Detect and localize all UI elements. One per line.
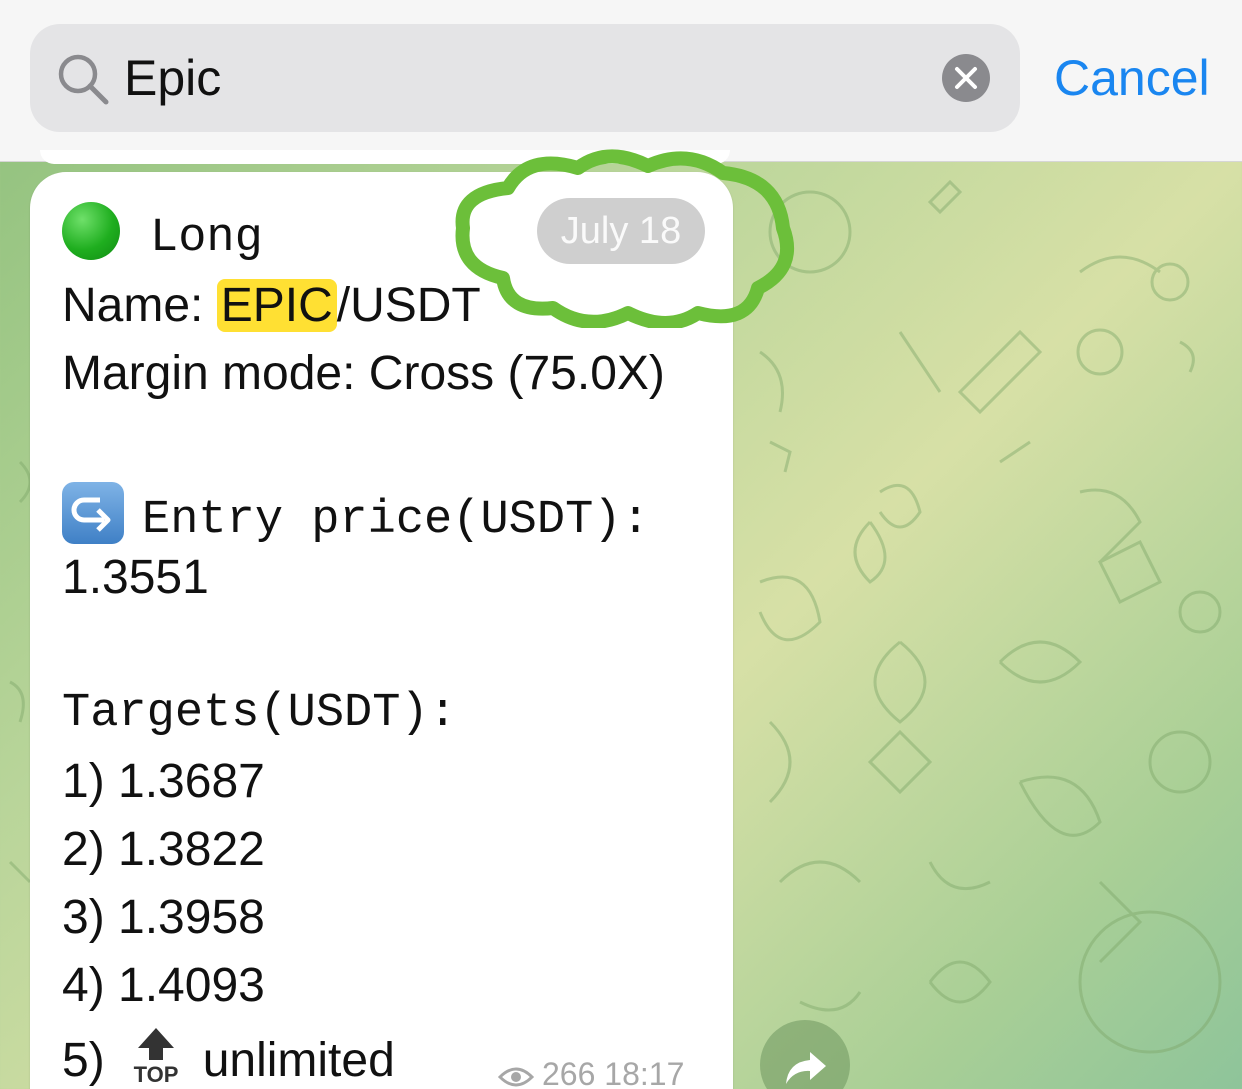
name-prefix: Name: — [62, 279, 217, 332]
search-header: Epic Cancel — [0, 0, 1242, 162]
message-time: 18:17 — [604, 1056, 685, 1089]
target-4: 4) 1.4093 — [62, 959, 265, 1012]
target-5-prefix: 5) — [62, 1034, 105, 1087]
search-match-highlight: EPIC — [216, 279, 337, 332]
entry-value: 1.3551 — [62, 551, 209, 604]
top-arrow-icon: TOP — [131, 1026, 181, 1087]
target-1: 1) 1.3687 — [62, 755, 265, 808]
search-input[interactable]: Epic — [30, 24, 1020, 132]
search-query[interactable]: Epic — [124, 50, 221, 106]
cancel-button[interactable]: Cancel — [1054, 50, 1210, 106]
clear-search-button[interactable] — [942, 54, 990, 102]
message-meta: 266 18:17 — [497, 1056, 685, 1089]
target-3: 3) 1.3958 — [62, 891, 265, 944]
name-line: Name: EPIC/USDT — [62, 278, 481, 334]
clear-icon — [955, 67, 977, 89]
target-2: 2) 1.3822 — [62, 823, 265, 876]
entry-label: Entry price(USDT): — [142, 494, 650, 547]
eye-icon — [497, 1067, 535, 1087]
green-circle-icon — [62, 202, 120, 260]
target-5: 5) TOP unlimited — [62, 1026, 395, 1089]
date-badge: July 18 — [537, 198, 705, 264]
forward-icon — [786, 1052, 826, 1084]
direction-label: Long — [150, 212, 263, 265]
direction-line: Long — [62, 202, 263, 267]
target-5-label: unlimited — [202, 1034, 395, 1087]
targets-label: Targets(USDT): — [62, 687, 457, 740]
entry-line: Entry price(USDT): — [62, 482, 650, 549]
entry-arrow-icon — [62, 482, 124, 544]
svg-text:TOP: TOP — [133, 1062, 178, 1084]
margin-line: Margin mode: Cross (75.0X) — [62, 347, 665, 400]
view-count: 266 — [542, 1056, 596, 1089]
search-icon — [56, 52, 110, 106]
